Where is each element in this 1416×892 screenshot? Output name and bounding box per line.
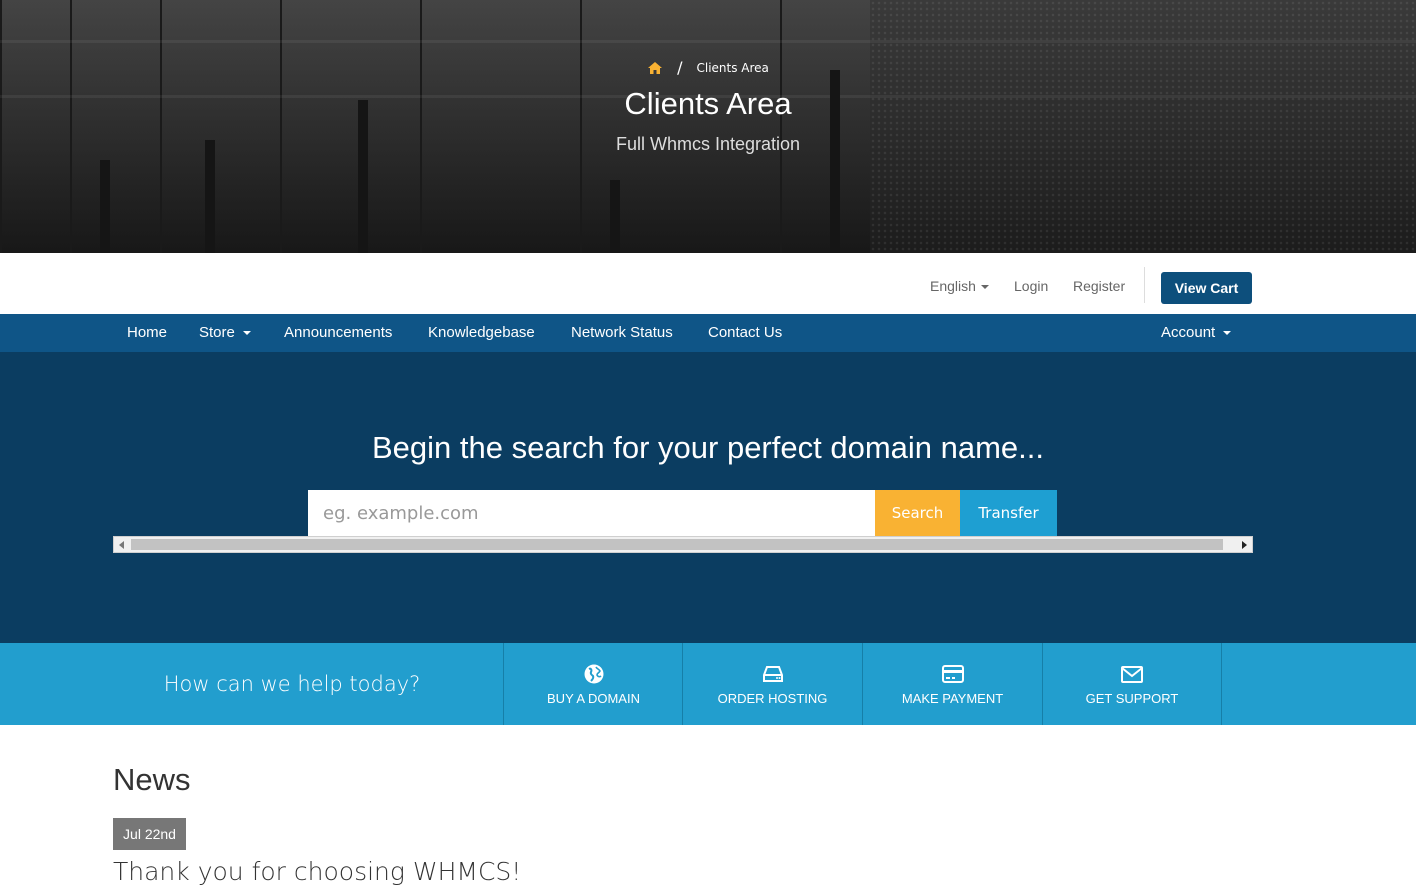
hero-content: / Clients Area Clients Area Full Whmcs I…	[0, 0, 1416, 253]
buy-domain-button[interactable]: BUY A DOMAIN	[503, 643, 683, 725]
nav-item-knowledgebase[interactable]: Knowledgebase	[428, 324, 535, 341]
scroll-right-icon[interactable]	[1242, 541, 1247, 549]
news-heading: News	[113, 762, 191, 797]
domain-search-section: Begin the search for your perfect domain…	[0, 352, 1416, 643]
nav-item-home[interactable]: Home	[127, 324, 167, 341]
credit-card-icon	[941, 664, 964, 683]
horizontal-scrollbar[interactable]	[113, 536, 1253, 553]
hero-banner: / Clients Area Clients Area Full Whmcs I…	[0, 0, 1416, 253]
globe-icon	[584, 664, 603, 683]
breadcrumb-separator: /	[677, 58, 683, 77]
help-prompt: How can we help today?	[163, 672, 421, 696]
order-hosting-label: ORDER HOSTING	[717, 690, 828, 706]
make-payment-button[interactable]: MAKE PAYMENT	[862, 643, 1042, 725]
topbar-divider	[1144, 267, 1145, 303]
language-selector[interactable]: English	[930, 278, 989, 294]
breadcrumb-current: Clients Area	[696, 60, 769, 75]
news-item-title[interactable]: Thank you for choosing WHMCS!	[113, 857, 521, 886]
scrollbar-thumb[interactable]	[131, 539, 1223, 550]
view-cart-button[interactable]: View Cart	[1161, 272, 1252, 304]
help-bar: How can we help today? BUY A DOMAIN ORDE…	[0, 643, 1416, 725]
nav-item-announcements[interactable]: Announcements	[284, 324, 392, 341]
nav-item-store-label: Store	[199, 324, 235, 341]
domain-search-title: Begin the search for your perfect domain…	[371, 430, 1045, 465]
news-date-badge: Jul 22nd	[113, 818, 186, 850]
page-subtitle: Full Whmcs Integration	[615, 134, 801, 154]
breadcrumb: / Clients Area	[0, 58, 1416, 77]
caret-down-icon	[1223, 331, 1232, 336]
get-support-label: GET SUPPORT	[1085, 690, 1179, 706]
login-link[interactable]: Login	[1014, 278, 1048, 294]
nav-item-account[interactable]: Account	[1161, 324, 1232, 341]
hard-drive-icon	[762, 665, 783, 682]
transfer-button[interactable]: Transfer	[960, 490, 1057, 536]
buy-domain-label: BUY A DOMAIN	[547, 690, 640, 706]
nav-item-account-label: Account	[1161, 324, 1216, 341]
nav-item-store[interactable]: Store	[199, 324, 251, 341]
caret-down-icon	[980, 285, 989, 290]
register-link[interactable]: Register	[1073, 278, 1125, 294]
nav-item-network-status[interactable]: Network Status	[571, 324, 673, 341]
nav-item-contact-us[interactable]: Contact Us	[708, 324, 782, 341]
main-nav: Home Store Announcements Knowledgebase N…	[0, 314, 1416, 352]
envelope-icon	[1121, 665, 1143, 683]
get-support-button[interactable]: GET SUPPORT	[1042, 643, 1222, 725]
domain-search-input[interactable]	[308, 490, 875, 536]
home-icon[interactable]	[647, 61, 663, 75]
order-hosting-button[interactable]: ORDER HOSTING	[682, 643, 862, 725]
search-button[interactable]: Search	[875, 490, 960, 536]
page-title: Clients Area	[624, 86, 792, 121]
language-label: English	[930, 278, 976, 294]
make-payment-label: MAKE PAYMENT	[901, 690, 1004, 706]
caret-down-icon	[242, 331, 251, 336]
scroll-left-icon[interactable]	[119, 541, 124, 549]
